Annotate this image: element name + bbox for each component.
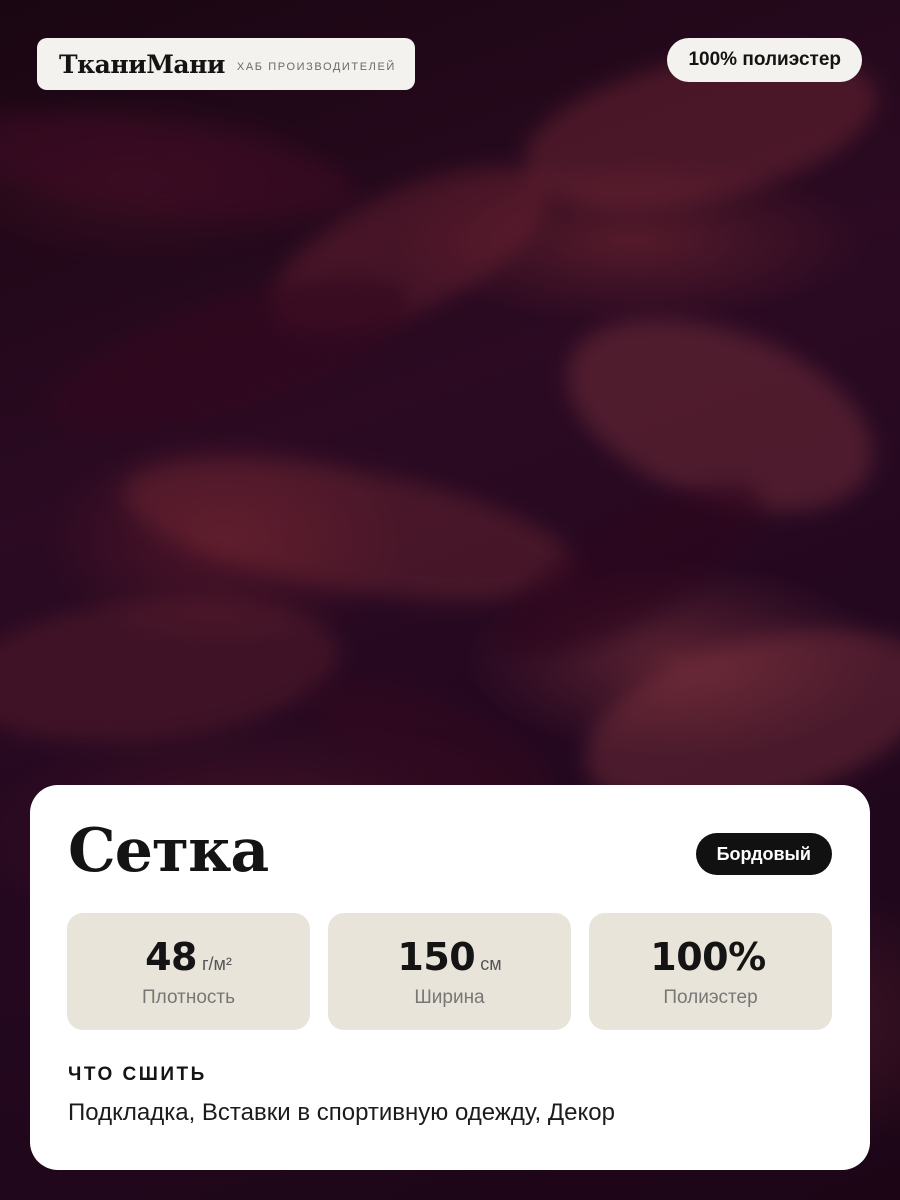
usage-heading: ЧТО СШИТЬ <box>68 1064 207 1085</box>
stat-unit: г/м² <box>201 954 232 974</box>
product-info-card: Сетка Бордовый 48 г/м² Плотность 150 см … <box>30 785 870 1170</box>
brand-header[interactable]: ТканиМани ХАБ ПРОИЗВОДИТЕЛЕЙ <box>37 38 415 90</box>
material-composition-badge: 100% полиэстер <box>667 38 862 82</box>
brand-tagline: ХАБ ПРОИЗВОДИТЕЛЕЙ <box>236 61 396 73</box>
stat-value: 48 <box>145 935 197 979</box>
product-title: Сетка <box>68 816 269 886</box>
stat-label: Ширина <box>414 987 485 1008</box>
stat-value: 100% <box>650 935 766 979</box>
stat-composition: 100% Полиэстер <box>589 913 832 1030</box>
stat-label: Полиэстер <box>663 987 758 1008</box>
stat-label: Плотность <box>142 987 235 1008</box>
stat-width: 150 см Ширина <box>328 913 571 1030</box>
stat-value-row: 48 г/м² <box>67 935 310 979</box>
brand-logo-text: ТканиМани <box>59 49 225 79</box>
stat-density: 48 г/м² Плотность <box>67 913 310 1030</box>
stat-value-row: 100% <box>589 935 832 979</box>
color-badge: Бордовый <box>695 833 832 875</box>
usage-text: Подкладка, Вставки в спортивную одежду, … <box>68 1099 615 1126</box>
stat-value-row: 150 см <box>328 935 571 979</box>
stat-value: 150 <box>397 935 476 979</box>
stat-unit: см <box>480 954 502 974</box>
